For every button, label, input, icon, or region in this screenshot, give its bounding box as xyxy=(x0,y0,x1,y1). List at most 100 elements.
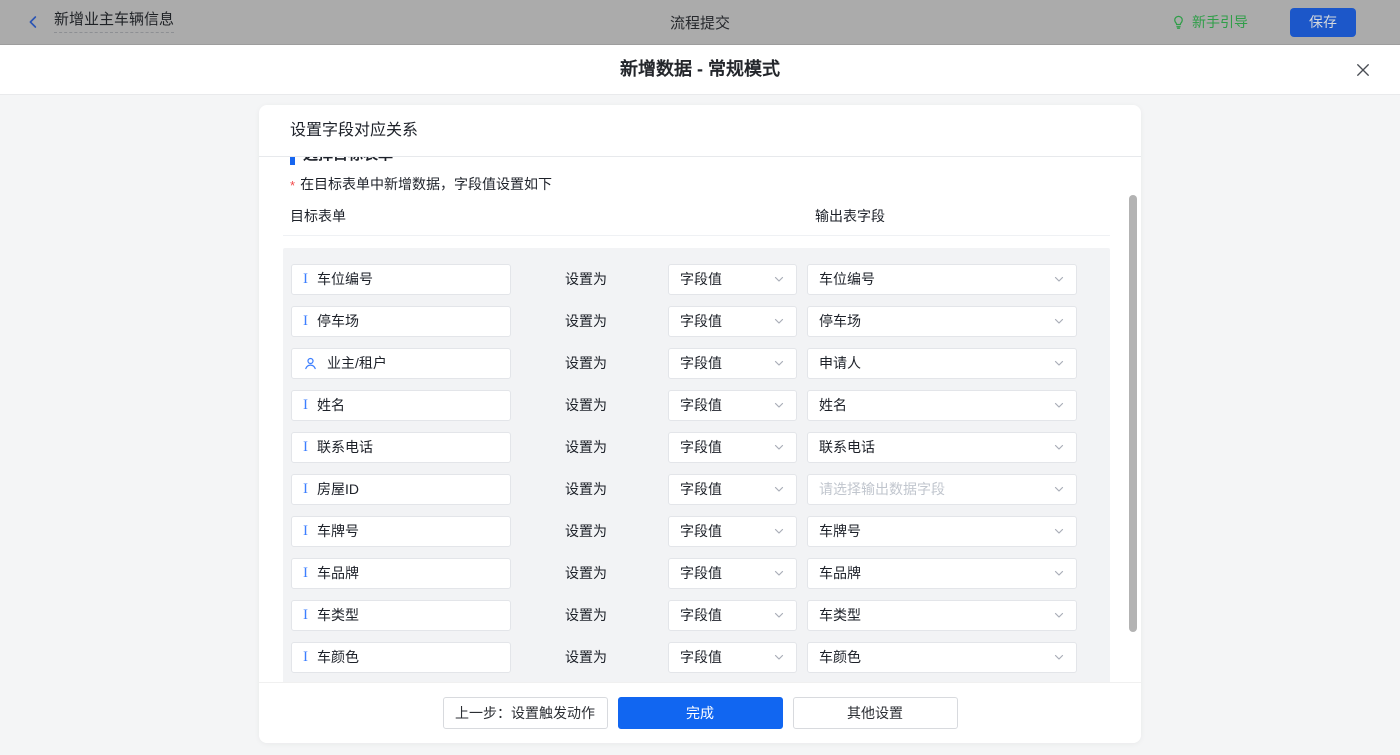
topbar-actions: 新手引导 保存 xyxy=(1171,8,1356,37)
chevron-down-icon xyxy=(773,609,785,621)
chevron-left-icon xyxy=(26,14,41,30)
beginner-guide-link[interactable]: 新手引导 xyxy=(1171,12,1248,32)
value-mode-select[interactable]: 字段值 xyxy=(668,348,797,379)
table-row: I 停车场 设置为 字段值 停车场 xyxy=(291,300,1102,342)
prev-step-button[interactable]: 上一步：设置触发动作 xyxy=(443,697,608,729)
done-button[interactable]: 完成 xyxy=(618,697,783,729)
set-as-label: 设置为 xyxy=(565,353,609,373)
target-field-label: 业主/租户 xyxy=(327,353,387,373)
value-mode-select[interactable]: 字段值 xyxy=(668,642,797,673)
chevron-down-icon xyxy=(773,483,785,495)
table-row: I 车牌号 设置为 字段值 车牌号 xyxy=(291,510,1102,552)
scrollbar-thumb[interactable] xyxy=(1129,195,1137,632)
chevron-down-icon xyxy=(773,525,785,537)
target-field-box[interactable]: I 姓名 xyxy=(291,390,511,421)
value-mode-selected: 字段值 xyxy=(680,269,722,289)
modal-header: 新增数据 - 常规模式 xyxy=(0,45,1400,95)
value-mode-select[interactable]: 字段值 xyxy=(668,264,797,295)
user-icon xyxy=(303,356,318,371)
value-mode-select[interactable]: 字段值 xyxy=(668,600,797,631)
target-field-box[interactable]: I 停车场 xyxy=(291,306,511,337)
save-button[interactable]: 保存 xyxy=(1290,8,1356,37)
value-mode-select[interactable]: 字段值 xyxy=(668,558,797,589)
set-as-label: 设置为 xyxy=(565,311,609,331)
text-field-icon: I xyxy=(303,314,308,329)
output-field-selected: 车品牌 xyxy=(819,563,861,583)
panel-scroll-area: 选择目标表单 * 在目标表单中新增数据，字段值设置如下 目标表单 输出表字段 I… xyxy=(259,157,1141,682)
value-mode-selected: 字段值 xyxy=(680,395,722,415)
target-field-label: 联系电话 xyxy=(317,437,373,457)
target-field-label: 停车场 xyxy=(317,311,359,331)
output-field-select[interactable]: 车类型 xyxy=(807,600,1077,631)
output-field-selected: 姓名 xyxy=(819,395,847,415)
text-field-icon: I xyxy=(303,524,308,539)
chevron-down-icon xyxy=(1053,567,1065,579)
output-field-selected: 申请人 xyxy=(819,353,861,373)
other-settings-button[interactable]: 其他设置 xyxy=(793,697,958,729)
output-field-select[interactable]: 车颜色 xyxy=(807,642,1077,673)
output-field-select[interactable]: 车位编号 xyxy=(807,264,1077,295)
output-field-selected: 车类型 xyxy=(819,605,861,625)
value-mode-select[interactable]: 字段值 xyxy=(668,474,797,505)
table-row: I 业主/租户 设置为 字段值 申请人 xyxy=(291,342,1102,384)
target-field-box[interactable]: I 联系电话 xyxy=(291,432,511,463)
target-field-label: 房屋ID xyxy=(317,479,359,499)
output-field-select[interactable]: 联系电话 xyxy=(807,432,1077,463)
lightbulb-icon xyxy=(1171,14,1186,30)
target-field-label: 车品牌 xyxy=(317,563,359,583)
topbar: 新增业主车辆信息 流程提交 新手引导 保存 xyxy=(0,0,1400,45)
output-field-selected: 联系电话 xyxy=(819,437,875,457)
target-field-label: 车颜色 xyxy=(317,647,359,667)
instruction-text: 在目标表单中新增数据，字段值设置如下 xyxy=(300,174,552,194)
chevron-down-icon xyxy=(1053,315,1065,327)
set-as-label: 设置为 xyxy=(565,605,609,625)
value-mode-select[interactable]: 字段值 xyxy=(668,306,797,337)
target-field-box[interactable]: I 车颜色 xyxy=(291,642,511,673)
flow-title: 新增业主车辆信息 xyxy=(54,11,174,33)
chevron-down-icon xyxy=(1053,357,1065,369)
tab-process-submit[interactable]: 流程提交 xyxy=(670,12,730,33)
value-mode-select[interactable]: 字段值 xyxy=(668,390,797,421)
output-field-select[interactable]: 姓名 xyxy=(807,390,1077,421)
table-row: I 车类型 设置为 字段值 车类型 xyxy=(291,594,1102,636)
output-field-selected: 车颜色 xyxy=(819,647,861,667)
target-field-box[interactable]: I 业主/租户 xyxy=(291,348,511,379)
output-field-select[interactable]: 停车场 xyxy=(807,306,1077,337)
target-field-box[interactable]: I 车位编号 xyxy=(291,264,511,295)
set-as-label: 设置为 xyxy=(565,395,609,415)
chevron-down-icon xyxy=(1053,483,1065,495)
target-field-box[interactable]: I 车类型 xyxy=(291,600,511,631)
chevron-down-icon xyxy=(773,399,785,411)
clipped-section-title: 选择目标表单 xyxy=(290,157,1110,165)
target-field-label: 车类型 xyxy=(317,605,359,625)
output-field-select[interactable]: 申请人 xyxy=(807,348,1077,379)
close-button[interactable] xyxy=(1352,59,1374,81)
table-row: I 姓名 设置为 字段值 姓名 xyxy=(291,384,1102,426)
value-mode-select[interactable]: 字段值 xyxy=(668,516,797,547)
target-field-box[interactable]: I 车牌号 xyxy=(291,516,511,547)
set-as-label: 设置为 xyxy=(565,479,609,499)
required-asterisk: * xyxy=(290,178,295,193)
text-field-icon: I xyxy=(303,650,308,665)
output-field-select[interactable]: 请选择输出数据字段 xyxy=(807,474,1077,505)
back-button[interactable]: 新增业主车辆信息 xyxy=(26,11,174,33)
output-field-select[interactable]: 车品牌 xyxy=(807,558,1077,589)
table-row: I 联系电话 设置为 字段值 联系电话 xyxy=(291,426,1102,468)
section-marker xyxy=(290,157,295,165)
output-field-selected: 请选择输出数据字段 xyxy=(819,479,945,499)
text-field-icon: I xyxy=(303,440,308,455)
output-field-selected: 车位编号 xyxy=(819,269,875,289)
output-field-selected: 停车场 xyxy=(819,311,861,331)
table-row: I 车位编号 设置为 字段值 车位编号 xyxy=(291,258,1102,300)
target-field-label: 车位编号 xyxy=(317,269,373,289)
chevron-down-icon xyxy=(1053,441,1065,453)
target-field-box[interactable]: I 房屋ID xyxy=(291,474,511,505)
chevron-down-icon xyxy=(1053,609,1065,621)
target-field-box[interactable]: I 车品牌 xyxy=(291,558,511,589)
value-mode-selected: 字段值 xyxy=(680,563,722,583)
target-field-label: 车牌号 xyxy=(317,521,359,541)
column-headers: 目标表单 输出表字段 xyxy=(290,206,1110,226)
output-field-select[interactable]: 车牌号 xyxy=(807,516,1077,547)
value-mode-select[interactable]: 字段值 xyxy=(668,432,797,463)
text-field-icon: I xyxy=(303,608,308,623)
